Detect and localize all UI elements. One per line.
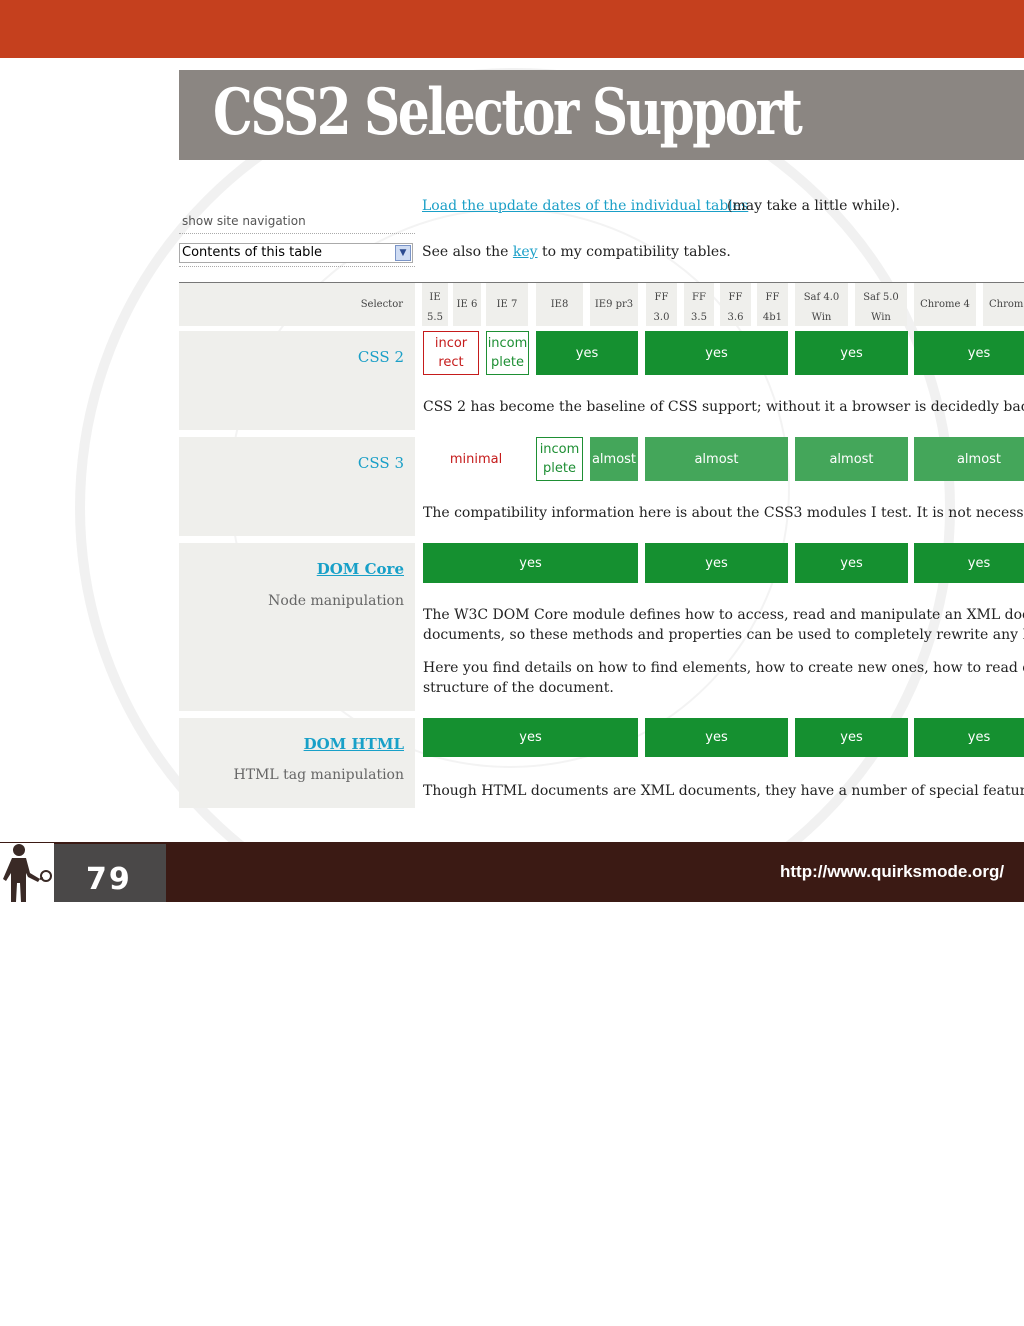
- row-description: Though HTML documents are XML documents,…: [423, 783, 1024, 799]
- slide-title: CSS2 Selector Support: [213, 75, 803, 150]
- cell-yes: yes: [795, 331, 908, 375]
- header-chrome4: Chrome 4: [914, 283, 976, 326]
- header-ie9pr3: IE9 pr3: [590, 283, 638, 326]
- row-description: The W3C DOM Core module defines how to a…: [423, 607, 1024, 623]
- key-link[interactable]: key: [513, 244, 538, 260]
- select-value: Contents of this table: [182, 245, 323, 260]
- cell-incorrect: incor rect: [423, 331, 479, 375]
- load-update-dates-link[interactable]: Load the update dates of the individual …: [422, 198, 748, 214]
- row-link-dom-core[interactable]: DOM Core: [317, 560, 404, 578]
- cell-almost: almost: [914, 437, 1024, 481]
- row-label-bg: [179, 437, 415, 536]
- header-ff36: FF 3.6: [720, 283, 751, 326]
- header-saf50: Saf 5.0 Win: [855, 283, 907, 326]
- cell-yes: yes: [914, 543, 1024, 583]
- cell-yes: yes: [795, 543, 908, 583]
- cell-yes: yes: [645, 331, 788, 375]
- row-description: The compatibility information here is ab…: [423, 505, 1024, 521]
- header-ie7: IE 7: [486, 283, 528, 326]
- cell-yes: yes: [914, 718, 1024, 757]
- row-link-css2[interactable]: CSS 2: [358, 348, 404, 366]
- see-also-suffix: to my compatibility tables.: [537, 244, 731, 260]
- header-ie55: IE 5.5: [422, 283, 448, 326]
- cell-yes: yes: [645, 543, 788, 583]
- row-label-bg: [179, 331, 415, 430]
- row-label-bg: [179, 718, 415, 808]
- cell-yes: yes: [795, 718, 908, 757]
- row-link-dom-html[interactable]: DOM HTML: [304, 735, 404, 753]
- header-ff35: FF 3.5: [684, 283, 714, 326]
- header-saf40: Saf 4.0 Win: [795, 283, 848, 326]
- cell-incomplete: incom plete: [536, 437, 583, 481]
- see-also-prefix: See also the: [422, 244, 513, 260]
- cell-yes: yes: [914, 331, 1024, 375]
- row-description: CSS 2 has become the baseline of CSS sup…: [423, 399, 1024, 415]
- cell-yes: yes: [423, 718, 638, 757]
- cell-yes: yes: [645, 718, 788, 757]
- header-chrome-cut: Chrom: [983, 283, 1024, 326]
- header-ie8: IE8: [536, 283, 583, 326]
- header-ie6: IE 6: [453, 283, 481, 326]
- divider: [179, 266, 415, 267]
- row-description: documents, so these methods and properti…: [423, 627, 1024, 643]
- cell-almost: almost: [795, 437, 908, 481]
- cell-yes: yes: [423, 543, 638, 583]
- header-ff30: FF 3.0: [646, 283, 677, 326]
- row-link-css3[interactable]: CSS 3: [358, 454, 404, 472]
- row-subtitle: Node manipulation: [268, 593, 404, 609]
- row-description: Here you find details on how to find ele…: [423, 660, 1024, 676]
- show-site-navigation-link[interactable]: show site navigation: [182, 214, 306, 228]
- cell-almost: almost: [590, 437, 638, 481]
- cell-almost: almost: [645, 437, 788, 481]
- cell-yes: yes: [536, 331, 638, 375]
- screenshot-area: show site navigation Contents of this ta…: [179, 178, 1024, 808]
- cell-incomplete: incom plete: [486, 331, 529, 375]
- top-accent-bar: [0, 0, 1024, 58]
- person-magnifier-icon: [0, 843, 54, 902]
- header-ff4b1: FF 4b1: [757, 283, 788, 326]
- cell-minimal: minimal: [449, 451, 503, 467]
- header-selector: Selector: [179, 283, 415, 326]
- chevron-down-icon[interactable]: ▼: [395, 245, 411, 261]
- page-number: 79: [54, 844, 166, 902]
- row-description: structure of the document.: [423, 680, 614, 696]
- contents-select[interactable]: Contents of this table ▼: [179, 243, 413, 263]
- see-also-text: See also the key to my compatibility tab…: [422, 244, 731, 260]
- slide: CSS2 Selector Support show site navigati…: [0, 58, 1024, 902]
- row-subtitle: HTML tag manipulation: [233, 767, 404, 783]
- source-url: http://www.quirksmode.org/: [780, 862, 1005, 881]
- load-note: (may take a little while).: [727, 198, 901, 214]
- divider: [179, 233, 415, 234]
